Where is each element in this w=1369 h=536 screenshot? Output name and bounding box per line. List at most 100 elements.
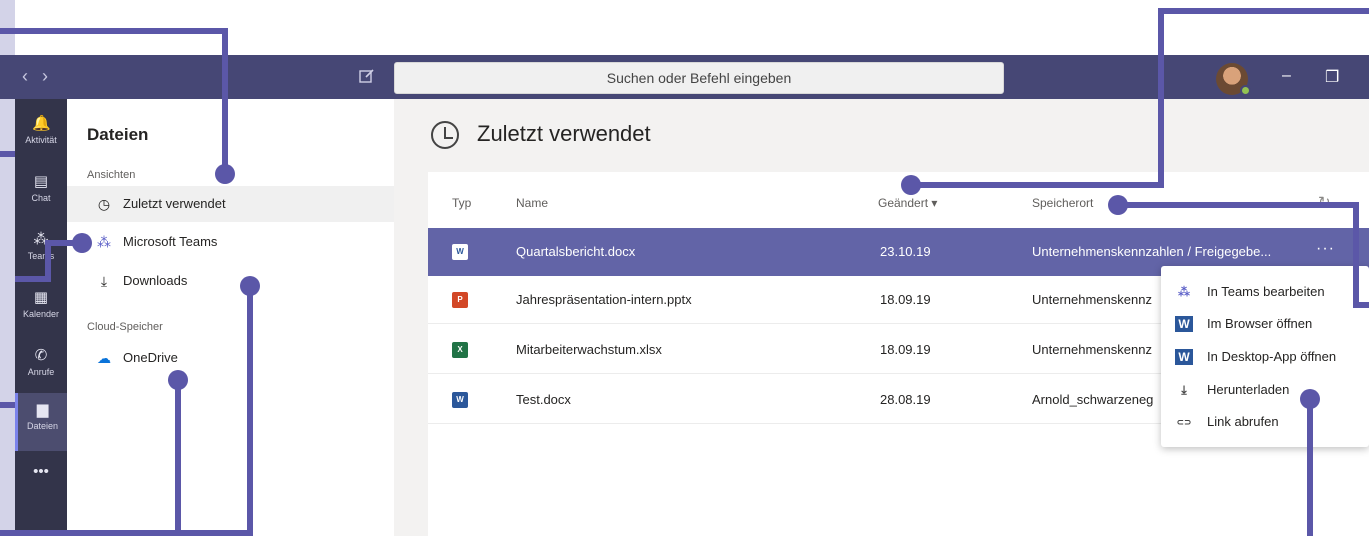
search-input[interactable]: Suchen oder Befehl eingeben	[394, 62, 1004, 94]
link-icon: ⊂⊃	[1176, 417, 1192, 427]
callout-line	[910, 182, 1164, 188]
file-name[interactable]: Test.docx	[516, 392, 571, 407]
page-title: Zuletzt verwendet	[477, 121, 651, 146]
rail-item-aktivitaet[interactable]: 🔔 Aktivität	[15, 107, 67, 165]
rail-label: Dateien	[26, 421, 59, 431]
callout-line	[0, 151, 15, 157]
rail-item-teams[interactable]: ⁂ Teams	[15, 223, 67, 281]
rail-label: Teams	[27, 251, 55, 261]
presence-available-icon	[1240, 85, 1251, 96]
callout-marker	[72, 233, 92, 253]
word-icon: W	[1175, 349, 1193, 365]
menu-item-get-link[interactable]: ⊂⊃ Link abrufen	[1161, 406, 1369, 438]
files-icon: ▆	[36, 401, 49, 418]
file-location[interactable]: Unternehmenskennzahlen / Freigegebe...	[1032, 244, 1302, 259]
teams-icon: ⁂	[97, 234, 111, 250]
file-name[interactable]: Quartalsbericht.docx	[516, 244, 635, 259]
menu-item-label: Herunterladen	[1207, 382, 1290, 397]
word-icon: W	[452, 244, 468, 260]
rail-label: Aktivität	[25, 135, 57, 145]
menu-item-download[interactable]: ⤓ Herunterladen	[1161, 374, 1369, 406]
nav-item-label: Microsoft Teams	[123, 234, 218, 249]
menu-item-label: Link abrufen	[1207, 414, 1279, 429]
nav-item-label: Zuletzt verwendet	[123, 196, 226, 211]
nav-item-microsoft-teams[interactable]: ⁂ Microsoft Teams	[67, 224, 394, 260]
column-header-modified[interactable]: Geändert ▾	[878, 196, 937, 210]
file-modified: 18.09.19	[880, 342, 931, 357]
file-name[interactable]: Mitarbeiterwachstum.xlsx	[516, 342, 662, 357]
panel-title: Dateien	[87, 125, 149, 144]
forward-arrow-icon[interactable]: ›	[42, 66, 48, 87]
download-icon: ⤓	[100, 273, 108, 289]
bell-icon: 🔔	[32, 115, 51, 132]
column-header-type[interactable]: Typ	[452, 196, 471, 210]
rail-label: Chat	[31, 193, 51, 203]
rail-item-anrufe[interactable]: ✆ Anrufe	[15, 339, 67, 397]
rail-item-chat[interactable]: ▤ Chat	[15, 165, 67, 223]
excel-icon: X	[452, 342, 468, 358]
callout-line	[175, 380, 181, 536]
callout-line	[1353, 202, 1359, 308]
callout-line	[1158, 8, 1164, 188]
column-header-name[interactable]: Name	[516, 196, 548, 210]
restore-icon[interactable]: ❐	[1325, 67, 1339, 87]
cloud-section-label: Cloud-Speicher	[87, 321, 163, 333]
app-rail: 🔔 Aktivität ▤ Chat ⁂ Teams ▦ Kalender ✆ …	[15, 99, 67, 536]
phone-icon: ✆	[34, 347, 48, 364]
file-name[interactable]: Jahrespräsentation-intern.pptx	[516, 292, 692, 307]
context-menu: ⁂ In Teams bearbeiten W Im Browser öffne…	[1161, 266, 1369, 447]
menu-item-label: In Desktop-App öffnen	[1207, 349, 1337, 364]
callout-line	[0, 28, 228, 34]
rail-label: Kalender	[22, 309, 60, 319]
clock-icon	[431, 121, 459, 149]
back-arrow-icon[interactable]: ‹	[22, 66, 28, 87]
menu-item-edit-in-teams[interactable]: ⁂ In Teams bearbeiten	[1161, 276, 1369, 308]
teams-icon: ⁂	[1177, 285, 1191, 299]
menu-item-open-in-browser[interactable]: W Im Browser öffnen	[1161, 308, 1369, 340]
file-modified: 23.10.19	[880, 244, 931, 259]
file-modified: 28.08.19	[880, 392, 931, 407]
cloud-icon: ☁	[97, 350, 111, 366]
column-header-location[interactable]: Speicherort	[1032, 196, 1093, 210]
file-location[interactable]: Unternehmenskennz	[1032, 342, 1160, 357]
nav-item-onedrive[interactable]: ☁ OneDrive	[67, 340, 394, 376]
callout-marker	[901, 175, 921, 195]
files-panel: Dateien Ansichten ◷ Zuletzt verwendet ⁂ …	[67, 99, 394, 536]
clock-icon: ◷	[97, 196, 111, 212]
callout-line	[222, 28, 228, 176]
more-icon: •••	[33, 463, 49, 480]
chat-icon: ▤	[33, 173, 49, 190]
compose-icon[interactable]	[358, 67, 376, 85]
menu-item-open-in-desktop-app[interactable]: W In Desktop-App öffnen	[1161, 341, 1369, 373]
callout-line	[1353, 302, 1369, 308]
views-section-label: Ansichten	[87, 169, 136, 181]
callout-line	[1307, 399, 1313, 536]
file-location[interactable]: Unternehmenskennz	[1032, 292, 1160, 307]
rail-label: Anrufe	[27, 367, 55, 377]
callout-line	[0, 530, 253, 536]
callout-marker	[215, 164, 235, 184]
calendar-icon: ▦	[33, 289, 49, 306]
file-location[interactable]: Arnold_schwarzeneg	[1032, 392, 1160, 407]
nav-item-recent[interactable]: ◷ Zuletzt verwendet	[67, 186, 394, 222]
callout-line	[0, 402, 15, 408]
more-options-icon[interactable]: ···	[1316, 240, 1335, 258]
file-modified: 18.09.19	[880, 292, 931, 307]
download-icon: ⤓	[1181, 383, 1187, 397]
menu-item-label: In Teams bearbeiten	[1207, 284, 1325, 299]
nav-item-label: OneDrive	[123, 350, 178, 365]
word-icon: W	[452, 392, 468, 408]
rail-item-dateien[interactable]: ▆ Dateien	[15, 393, 67, 451]
rail-item-kalender[interactable]: ▦ Kalender	[15, 281, 67, 339]
rail-item-more[interactable]: •••	[15, 455, 67, 513]
callout-line	[45, 240, 51, 280]
callout-line	[15, 276, 51, 282]
nav-item-downloads[interactable]: ⤓ Downloads	[67, 263, 394, 299]
minimize-icon[interactable]: –	[1282, 67, 1291, 85]
nav-item-label: Downloads	[123, 273, 188, 288]
callout-line	[247, 286, 253, 536]
menu-item-label: Im Browser öffnen	[1207, 316, 1313, 331]
callout-line	[1158, 8, 1369, 14]
powerpoint-icon: P	[452, 292, 468, 308]
callout-line	[1118, 202, 1359, 208]
